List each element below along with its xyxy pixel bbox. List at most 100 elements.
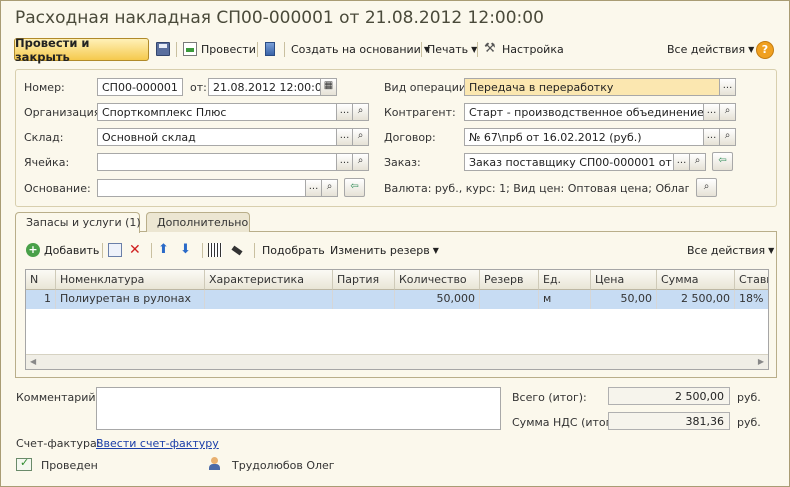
column-header-rate[interactable]: Ставка [735,270,768,290]
search-icon[interactable]: ⌕ [719,103,736,121]
cell-sum[interactable]: 2 500,00 [657,290,735,309]
copy-row-button[interactable] [108,239,126,261]
total-field: 2 500,00 [608,387,730,405]
post-button[interactable]: Провести [183,38,256,60]
basis-field[interactable] [97,179,306,197]
number-field[interactable]: СП00-000001 [97,78,183,96]
scanner-button[interactable] [231,239,246,261]
tab-additional[interactable]: Дополнительно [146,212,250,232]
organization-label: Организация: [24,106,105,119]
select-ellipsis-icon[interactable]: ... [673,153,690,171]
fill-from-order-icon[interactable]: ⇦ [712,152,733,171]
add-row-button[interactable]: + Добавить [26,239,99,261]
all-actions-menu[interactable]: Все действия ▼ [667,38,754,60]
settings-label: Настройка [502,42,564,56]
search-icon[interactable]: ⌕ [696,178,717,197]
select-ellipsis-icon[interactable]: ... [719,78,736,96]
column-header-characteristic[interactable]: Характеристика [205,270,333,290]
pick-button[interactable]: Подобрать [262,239,325,261]
search-icon[interactable]: ⌕ [352,153,369,171]
post-and-close-button[interactable]: Провести и закрыть [14,36,149,64]
column-header-n[interactable]: N [26,270,56,290]
search-icon[interactable]: ⌕ [352,103,369,121]
date-label: от: [190,81,207,94]
barcode-icon [208,243,222,257]
help-icon[interactable]: ? [756,41,774,59]
select-ellipsis-icon[interactable]: ... [336,153,353,171]
chevron-down-icon: ▼ [748,44,755,54]
cell-reserve[interactable] [480,290,539,309]
warehouse-label: Склад: [24,131,64,144]
cell-characteristic[interactable] [205,290,333,309]
cell-item[interactable]: Полиуретан в рулонах [56,290,205,309]
print-menu[interactable]: Печать ▼ [427,38,477,60]
column-header-item[interactable]: Номенклатура [56,270,205,290]
column-header-reserve[interactable]: Резерв [480,270,539,290]
enter-invoice-link[interactable]: Ввести счет-фактуру [96,437,219,450]
cell-price[interactable]: 50,00 [591,290,657,309]
cell-rate[interactable]: 18% [735,290,768,309]
cell-field[interactable] [97,153,337,171]
save-button[interactable] [156,38,174,60]
barcode-button[interactable] [208,239,226,261]
tab-goods-and-services[interactable]: Запасы и услуги (1) [15,212,141,233]
tools-icon: ⚒ [484,41,496,56]
post-document-icon [183,42,197,56]
scroll-left-icon[interactable]: ◀ [30,357,36,366]
date-field[interactable]: 21.08.2012 12:00:00 [208,78,321,96]
warehouse-field[interactable]: Основной склад [97,128,337,146]
chevron-down-icon: ▼ [768,245,775,255]
search-icon[interactable]: ⌕ [321,179,338,197]
column-header-unit[interactable]: Ед. [539,270,591,290]
select-ellipsis-icon[interactable]: ... [305,179,322,197]
add-icon: + [26,243,40,257]
scroll-right-icon[interactable]: ▶ [758,357,764,366]
add-row-label: Добавить [44,243,100,257]
operation-type-field[interactable]: Передача в переработку [464,78,720,96]
number-label: Номер: [24,81,65,94]
cell-unit[interactable]: м [539,290,591,309]
column-header-batch[interactable]: Партия [333,270,395,290]
move-up-button[interactable]: ⬆ [158,239,176,261]
calendar-icon[interactable]: ▦ [320,78,337,96]
search-icon[interactable]: ⌕ [719,128,736,146]
delete-row-button[interactable]: ✕ [129,239,147,261]
cell-batch[interactable] [333,290,395,309]
column-header-quantity[interactable]: Количество [395,270,480,290]
arrow-up-icon: ⬆ [158,242,169,257]
change-reserve-menu[interactable]: Изменить резерв ▼ [330,239,439,261]
vat-label: Сумма НДС (итог): [512,416,620,429]
post-button-label: Провести [201,42,256,56]
select-ellipsis-icon[interactable]: ... [336,103,353,121]
fill-from-basis-icon[interactable]: ⇦ [344,178,365,197]
column-header-sum[interactable]: Сумма [657,270,735,290]
select-ellipsis-icon[interactable]: ... [703,128,720,146]
contractor-field[interactable]: Старт - производственное объединение [464,103,704,121]
grid-all-actions-menu[interactable]: Все действия ▼ [687,239,774,261]
search-icon[interactable]: ⌕ [689,153,706,171]
cell-quantity[interactable]: 50,000 [395,290,480,309]
cell-n[interactable]: 1 [26,290,56,309]
horizontal-scrollbar[interactable]: ◀ ▶ [26,354,768,369]
create-based-on-menu[interactable]: Создать на основании ▼ [291,38,430,60]
journal-button[interactable] [265,38,279,60]
copy-icon [108,243,122,257]
change-reserve-label: Изменить резерв [330,243,430,257]
settings-button[interactable]: ⚒ Настройка [484,38,564,60]
author-name: Трудолюбов Олег [232,459,335,472]
select-ellipsis-icon[interactable]: ... [703,103,720,121]
total-currency: руб. [737,391,761,404]
comment-field[interactable] [96,387,501,430]
vat-field: 381,36 [608,412,730,430]
search-icon[interactable]: ⌕ [352,128,369,146]
comment-label: Комментарий: [16,391,100,404]
select-ellipsis-icon[interactable]: ... [336,128,353,146]
move-down-button[interactable]: ⬇ [180,239,198,261]
grid-all-actions-label: Все действия [687,243,766,257]
contract-field[interactable]: № 67\прб от 16.02.2012 (руб.) [464,128,704,146]
cell-label: Ячейка: [24,156,70,169]
organization-field[interactable]: Спорткомплекс Плюс [97,103,337,121]
contract-label: Договор: [384,131,436,144]
order-field[interactable]: Заказ поставщику СП00-000001 от 20.08.20… [464,153,674,171]
column-header-price[interactable]: Цена [591,270,657,290]
